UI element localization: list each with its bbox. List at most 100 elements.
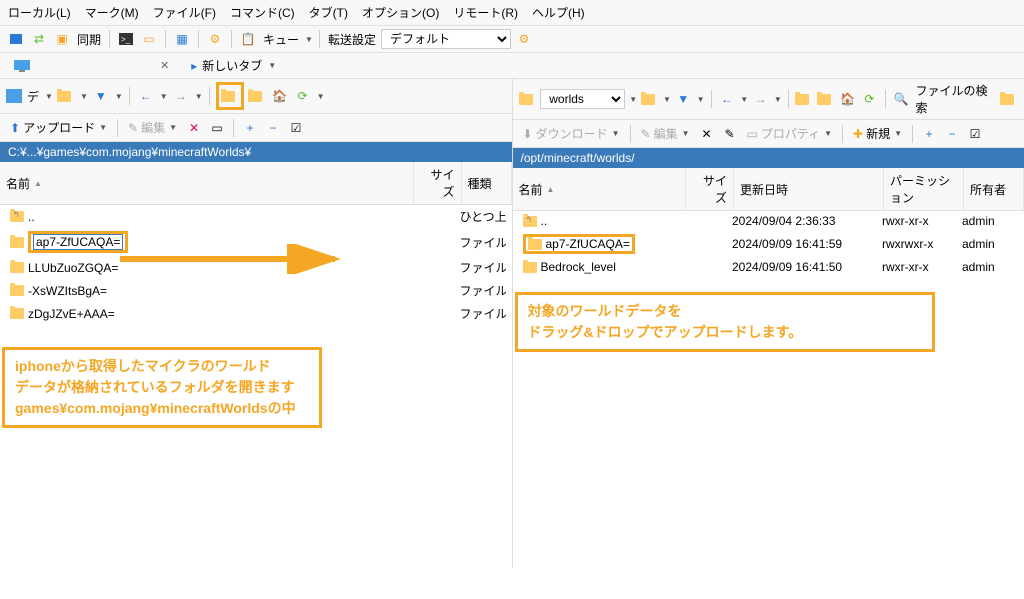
folder-icon[interactable] (519, 89, 538, 109)
upload-button[interactable]: ⬆ アップロード ▼ (6, 117, 111, 138)
chevron-down-icon[interactable]: ▼ (629, 95, 637, 104)
back-icon[interactable]: ← (717, 89, 736, 109)
filter-icon[interactable]: ▼ (91, 86, 111, 106)
chevron-down-icon[interactable]: ▼ (45, 92, 53, 101)
rename-icon[interactable]: ✎ (720, 124, 740, 144)
menu-help[interactable]: ヘルプ(H) (532, 4, 585, 21)
chevron-down-icon[interactable]: ▼ (697, 95, 705, 104)
forward-icon[interactable]: → (171, 86, 191, 106)
parent-folder-icon[interactable] (795, 89, 814, 109)
delete-icon[interactable]: ✕ (184, 118, 204, 138)
explorer-icon[interactable]: ▭ (139, 29, 159, 49)
menu-remote[interactable]: リモート(R) (453, 4, 518, 21)
bookmark-icon[interactable] (999, 89, 1018, 109)
tab-current[interactable]: ✕ (6, 57, 177, 74)
chevron-down-icon[interactable]: ▼ (663, 95, 671, 104)
download-button[interactable]: ⬇ ダウンロード ▼ (519, 123, 624, 144)
edit-button[interactable]: ✎ 編集 ▼ (637, 123, 694, 144)
menu-file[interactable]: ファイル(F) (153, 4, 216, 21)
local-pane: デ ▼ ▼ ▼ ▼ ← ▼ → ▼ 🏠 ⟳ ▼ ⬆ アップロード ▼ (0, 79, 513, 568)
chevron-down-icon[interactable]: ▼ (115, 92, 123, 101)
drive-icon[interactable] (6, 89, 22, 103)
col-size[interactable]: サイズ (686, 168, 734, 210)
list-item[interactable]: Bedrock_level2024/09/09 16:41:50rwxr-xr-… (513, 257, 1024, 277)
folder-icon (10, 308, 24, 319)
refresh-icon[interactable]: ⟳ (860, 89, 879, 109)
chevron-down-icon[interactable]: ▼ (195, 92, 203, 101)
folder-open-icon[interactable] (56, 86, 76, 106)
search-icon[interactable]: 🔍 (892, 89, 911, 109)
col-name[interactable]: 名前▲ (0, 162, 414, 204)
folder-icon (523, 262, 537, 273)
forward-icon[interactable]: → (751, 89, 770, 109)
root-folder-icon[interactable] (247, 86, 267, 106)
tab-new[interactable]: ▸ 新しいタブ ▼ (183, 55, 284, 76)
properties-button[interactable]: ▭ プロパティ ▼ (743, 123, 837, 144)
edit-label: 編集 (141, 119, 165, 136)
folder-open-icon[interactable] (640, 89, 659, 109)
rename-input[interactable]: ap7-ZfUCAQA= (33, 234, 123, 250)
new-tab-icon: ▸ (191, 59, 197, 73)
terminal-icon[interactable]: >_ (116, 29, 136, 49)
col-name[interactable]: 名前▲ (513, 168, 687, 210)
sync-icon[interactable]: ⇄ (29, 29, 49, 49)
remote-list[interactable]: ..2024/09/04 2:36:33rwxr-xr-xadminap7-Zf… (513, 211, 1024, 568)
chevron-down-icon[interactable]: ▼ (99, 123, 107, 132)
menu-mark[interactable]: マーク(M) (85, 4, 139, 21)
home-icon[interactable]: 🏠 (270, 86, 290, 106)
parent-folder-icon[interactable] (220, 86, 240, 106)
list-item[interactable]: ..2024/09/04 2:36:33rwxr-xr-xadmin (513, 211, 1024, 231)
nav-left-icon[interactable] (6, 29, 26, 49)
list-item[interactable]: LLUbZuoZGQA=ファイル (0, 256, 512, 279)
chevron-down-icon[interactable]: ▼ (268, 61, 276, 70)
col-size[interactable]: サイズ (414, 162, 462, 204)
close-icon[interactable]: ✕ (160, 59, 169, 72)
remote-path-bar[interactable]: /opt/minecraft/worlds/ (513, 148, 1024, 168)
minus-icon[interactable]: − (263, 118, 283, 138)
compare-icon[interactable]: ▣ (52, 29, 72, 49)
new-button[interactable]: ✚ 新規 ▼ (849, 123, 906, 144)
back-icon[interactable]: ← (136, 86, 156, 106)
local-path-bar[interactable]: C:¥...¥games¥com.mojang¥minecraftWorlds¥ (0, 142, 512, 162)
col-perm[interactable]: パーミッション (884, 168, 964, 210)
refresh-icon[interactable]: ⟳ (293, 86, 313, 106)
plus-icon[interactable]: + (919, 124, 939, 144)
select-icon[interactable]: ☑ (286, 118, 306, 138)
chevron-down-icon[interactable]: ▼ (160, 92, 168, 101)
find-label[interactable]: ファイルの検索 (915, 82, 994, 116)
edit-button[interactable]: ✎ 編集 ▼ (124, 117, 181, 138)
list-item[interactable]: ..ひとつ上 (0, 205, 512, 228)
col-type[interactable]: 種類 (462, 162, 512, 204)
menu-option[interactable]: オプション(O) (362, 4, 439, 21)
chevron-down-icon[interactable]: ▼ (305, 35, 313, 44)
gear-icon[interactable]: ⚙ (205, 29, 225, 49)
remote-folder-select[interactable]: worlds (540, 89, 625, 109)
grid-icon[interactable]: ▦ (172, 29, 192, 49)
list-item[interactable]: ap7-ZfUCAQA=2024/09/09 16:41:59rwxrwxr-x… (513, 231, 1024, 257)
transfer-settings-icon[interactable]: ⚙ (514, 29, 534, 49)
list-item[interactable]: ap7-ZfUCAQA=ファイル (0, 228, 512, 256)
menu-tab[interactable]: タブ(T) (309, 4, 348, 21)
menu-command[interactable]: コマンド(C) (230, 4, 295, 21)
upload-label: アップロード (23, 119, 95, 136)
col-date[interactable]: 更新日時 (734, 168, 884, 210)
menu-local[interactable]: ローカル(L) (8, 4, 71, 21)
filter-icon[interactable]: ▼ (674, 89, 693, 109)
minus-icon[interactable]: − (942, 124, 962, 144)
chevron-down-icon[interactable]: ▼ (317, 92, 325, 101)
plus-icon[interactable]: + (240, 118, 260, 138)
home-icon[interactable]: 🏠 (838, 89, 857, 109)
queue-icon[interactable]: 📋 (238, 29, 258, 49)
list-item[interactable]: -XsWZItsBgA=ファイル (0, 279, 512, 302)
queue-label[interactable]: キュー (263, 31, 299, 48)
properties-icon[interactable]: ▭ (207, 118, 227, 138)
root-folder-icon[interactable] (817, 89, 836, 109)
item-type: ファイル (456, 258, 506, 277)
select-icon[interactable]: ☑ (965, 124, 985, 144)
transfer-select[interactable]: デフォルト (381, 29, 511, 49)
chevron-down-icon[interactable]: ▼ (80, 92, 88, 101)
sync-label[interactable]: 同期 (77, 31, 101, 48)
list-item[interactable]: zDgJZvE+AAA=ファイル (0, 302, 512, 325)
col-owner[interactable]: 所有者 (964, 168, 1024, 210)
delete-icon[interactable]: ✕ (697, 124, 717, 144)
